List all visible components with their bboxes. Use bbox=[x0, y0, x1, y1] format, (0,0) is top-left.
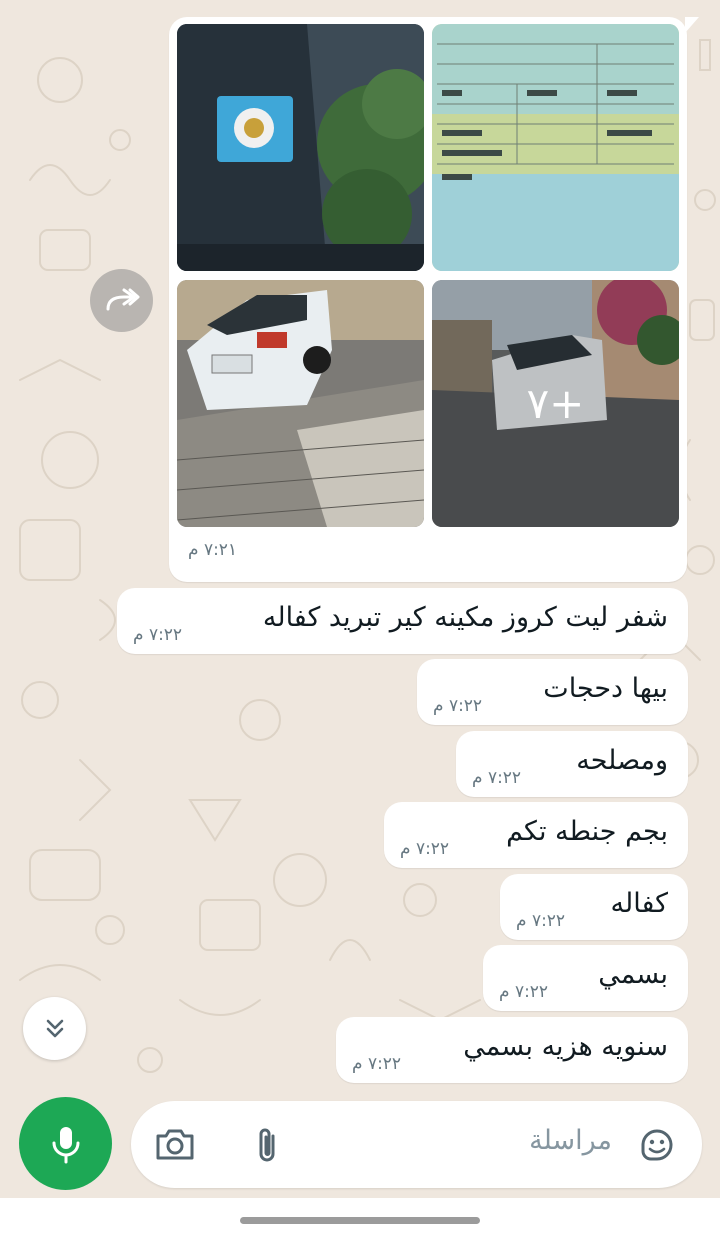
message-text: بجم جنطه تكم bbox=[506, 816, 668, 847]
paperclip-icon bbox=[259, 1128, 275, 1162]
double-chevron-down-icon bbox=[46, 1019, 63, 1037]
message-input[interactable]: مراسلة bbox=[529, 1125, 612, 1156]
voice-message-button[interactable] bbox=[19, 1097, 112, 1190]
message-text: بسمي bbox=[598, 959, 668, 990]
message-text: ومصلحه bbox=[576, 745, 668, 776]
home-indicator[interactable] bbox=[240, 1217, 480, 1224]
message-bubble[interactable]: شفر ليت كروز مكينه كير تبريد كفاله ٧:٢٢ … bbox=[117, 588, 688, 654]
camera-icon bbox=[156, 1129, 194, 1160]
microphone-icon bbox=[52, 1126, 79, 1163]
message-text: بيها دحجات bbox=[543, 673, 668, 704]
photo-registration-card[interactable] bbox=[432, 24, 679, 271]
message-timestamp: ٧:٢٢ م bbox=[516, 911, 566, 931]
camera-button[interactable] bbox=[152, 1122, 198, 1168]
attach-button[interactable] bbox=[245, 1121, 289, 1169]
photo-car-front-more[interactable]: ٧+ bbox=[432, 280, 679, 527]
message-bubble[interactable]: بجم جنطه تكم ٧:٢٢ م bbox=[384, 802, 688, 868]
message-timestamp: ٧:٢١ م bbox=[188, 540, 238, 560]
message-input-bar[interactable]: مراسلة bbox=[131, 1101, 702, 1188]
message-timestamp: ٧:٢٢ م bbox=[499, 982, 549, 1002]
bubble-tail bbox=[685, 17, 699, 33]
scroll-to-bottom-button[interactable] bbox=[23, 997, 86, 1060]
sticker-button[interactable] bbox=[634, 1122, 680, 1168]
more-photos-count: ٧+ bbox=[432, 280, 679, 527]
message-timestamp: ٧:٢٢ م bbox=[433, 696, 483, 716]
forward-button[interactable] bbox=[90, 269, 153, 332]
message-text: كفاله bbox=[610, 888, 668, 919]
message-timestamp: ٧:٢٢ م bbox=[352, 1054, 402, 1074]
message-text: سنويه هزيه بسمي bbox=[463, 1031, 668, 1062]
message-bubble[interactable]: بسمي ٧:٢٢ م bbox=[483, 945, 688, 1011]
sticker-icon bbox=[641, 1129, 673, 1161]
photo-windshield-sticker[interactable] bbox=[177, 24, 424, 271]
message-timestamp: ٧:٢٢ م bbox=[472, 768, 522, 788]
message-bubble[interactable]: سنويه هزيه بسمي ٧:٢٢ م bbox=[336, 1017, 688, 1083]
message-timestamp: ٧:٢٢ م bbox=[400, 839, 450, 859]
message-timestamp: ٧:٢٢ م bbox=[133, 625, 183, 645]
photo-car-rear[interactable] bbox=[177, 280, 424, 527]
message-text: شفر ليت كروز مكينه كير تبريد كفاله bbox=[262, 602, 668, 633]
forward-icon bbox=[106, 288, 139, 310]
message-bubble[interactable]: كفاله ٧:٢٢ م bbox=[500, 874, 688, 940]
message-bubble[interactable]: بيها دحجات ٧:٢٢ م bbox=[417, 659, 688, 725]
message-bubble[interactable]: ومصلحه ٧:٢٢ م bbox=[456, 731, 688, 797]
